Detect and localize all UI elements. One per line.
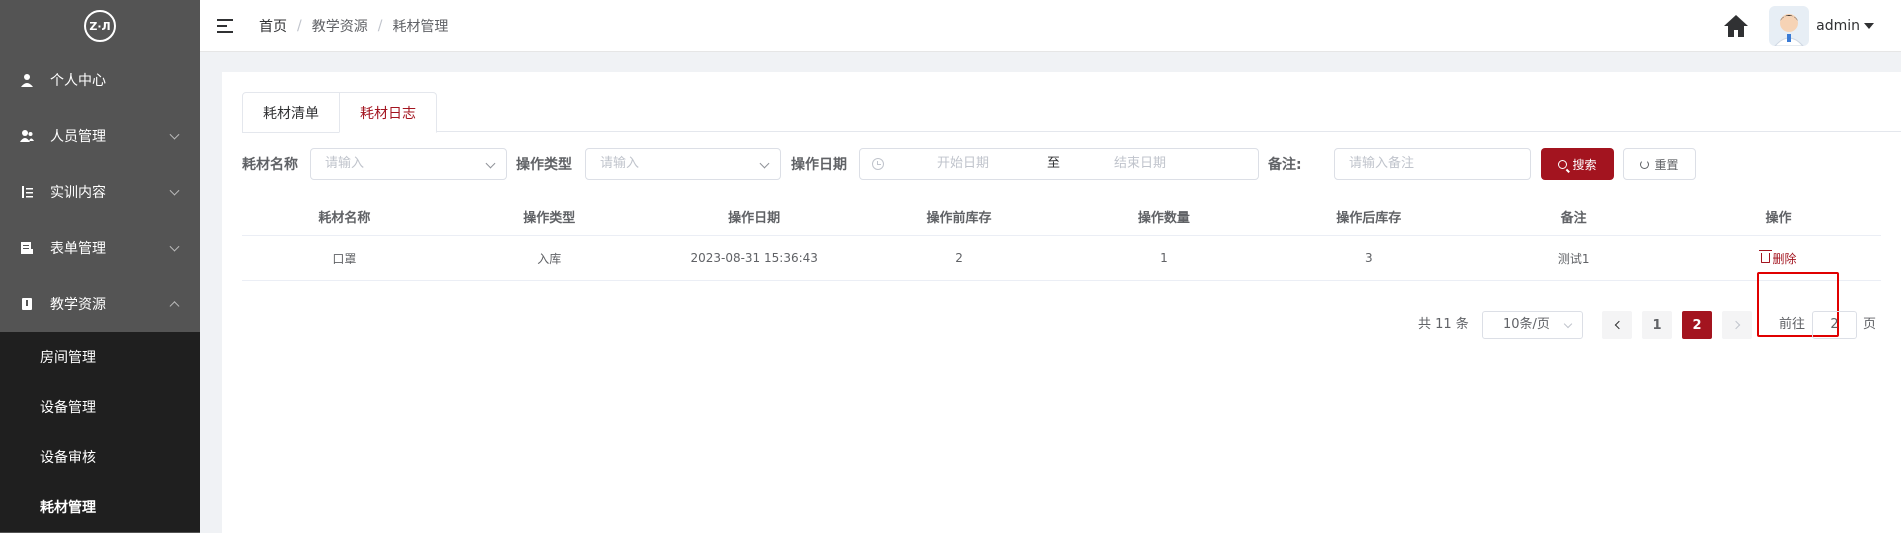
tab-consumables-log[interactable]: 耗材日志 bbox=[339, 92, 437, 133]
date-range-picker[interactable]: 开始日期 至 结束日期 bbox=[859, 148, 1259, 180]
breadcrumb-current: 耗材管理 bbox=[392, 18, 449, 35]
chevron-left-icon bbox=[1614, 320, 1623, 330]
column-header: 操作日期 bbox=[728, 211, 781, 226]
page-size-select[interactable]: 10条/页 bbox=[1482, 311, 1583, 339]
sidebar-item-label: 实训内容 bbox=[50, 185, 106, 201]
cell-quantity: 1 bbox=[1160, 251, 1168, 265]
menu-toggle-icon[interactable] bbox=[217, 18, 233, 33]
column-header: 操作类型 bbox=[523, 211, 576, 226]
form-icon bbox=[21, 242, 33, 254]
tab-consumables-list[interactable]: 耗材清单 bbox=[242, 92, 340, 133]
cell-before-stock: 2 bbox=[955, 251, 963, 265]
chevron-down-icon bbox=[1563, 319, 1573, 329]
sidebar: Z·Л 个人中心 人员管理 实训内容 表单管理 教学资源 房间管理 设备管理 设… bbox=[0, 0, 200, 533]
trash-icon bbox=[1758, 250, 1772, 263]
logo-mark: Z·Л bbox=[84, 10, 116, 42]
breadcrumb-teaching-resources: 教学资源 bbox=[311, 18, 368, 35]
filter-bar: 耗材名称 请输入 操作类型 请输入 操作日期 开始日期 至 结束日期 备注: 请… bbox=[242, 148, 1901, 182]
date-start-input[interactable]: 开始日期 bbox=[937, 149, 989, 179]
filter-name-select[interactable]: 请输入 bbox=[310, 148, 507, 180]
sidebar-item-label: 个人中心 bbox=[50, 73, 106, 89]
filter-type-select[interactable]: 请输入 bbox=[585, 148, 781, 180]
chevron-down-icon bbox=[759, 158, 770, 169]
log-table: 耗材名称 操作类型 操作日期 操作前库存 操作数量 操作后库存 备注 操作 口罩… bbox=[242, 198, 1881, 281]
column-header: 耗材名称 bbox=[318, 211, 371, 226]
home-icon[interactable] bbox=[1723, 14, 1749, 38]
search-icon bbox=[1558, 159, 1568, 169]
sidebar-subitem-device-audit[interactable]: 设备审核 bbox=[0, 432, 200, 482]
sidebar-item-personal-center[interactable]: 个人中心 bbox=[0, 52, 200, 108]
goto-suffix: 页 bbox=[1863, 317, 1877, 332]
filter-name-label: 耗材名称 bbox=[242, 157, 298, 173]
user-name[interactable]: admin bbox=[1816, 18, 1860, 34]
sidebar-item-training[interactable]: 实训内容 bbox=[0, 164, 200, 220]
cell-remark: 测试1 bbox=[1557, 251, 1590, 266]
goto-page-input[interactable]: 2 bbox=[1812, 311, 1857, 339]
filter-remark-input[interactable]: 请输入备注 bbox=[1334, 148, 1531, 180]
sidebar-item-label: 人员管理 bbox=[50, 129, 106, 145]
breadcrumb: 首页 / 教学资源 / 耗材管理 bbox=[259, 16, 449, 36]
cell-name: 口罩 bbox=[332, 251, 357, 266]
clock-icon bbox=[872, 158, 884, 170]
submenu-teaching-resources: 房间管理 设备管理 设备审核 耗材管理 bbox=[0, 332, 200, 532]
sidebar-item-label: 表单管理 bbox=[50, 241, 106, 257]
sidebar-subitem-devices[interactable]: 设备管理 bbox=[0, 382, 200, 432]
filter-type-label: 操作类型 bbox=[516, 157, 572, 173]
breadcrumb-home[interactable]: 首页 bbox=[259, 16, 287, 36]
pagination-total: 共 11 条 bbox=[1418, 317, 1469, 332]
chevron-down-icon bbox=[169, 185, 180, 196]
user-icon bbox=[21, 74, 33, 87]
cell-type: 入库 bbox=[537, 251, 562, 266]
next-page-button[interactable] bbox=[1722, 311, 1752, 339]
caret-down-icon[interactable] bbox=[1864, 23, 1874, 29]
top-header: 首页 / 教学资源 / 耗材管理 admin bbox=[200, 0, 1901, 52]
cell-after-stock: 3 bbox=[1364, 251, 1373, 265]
chevron-down-icon bbox=[169, 241, 180, 252]
sidebar-subitem-rooms[interactable]: 房间管理 bbox=[0, 332, 200, 382]
goto-label: 前往 bbox=[1779, 317, 1806, 332]
search-button[interactable]: 搜索 bbox=[1541, 148, 1614, 180]
sidebar-item-forms[interactable]: 表单管理 bbox=[0, 220, 200, 276]
column-header: 备注 bbox=[1560, 211, 1587, 226]
filter-date-label: 操作日期 bbox=[791, 157, 847, 173]
table-row: 口罩 入库 2023-08-31 15:36:43 2 1 3 测试1 删除 bbox=[242, 236, 1881, 281]
page-button-2[interactable]: 2 bbox=[1682, 311, 1712, 339]
prev-page-button[interactable] bbox=[1602, 311, 1632, 339]
column-header: 操作后库存 bbox=[1336, 211, 1402, 226]
avatar[interactable] bbox=[1769, 6, 1810, 46]
column-header: 操作 bbox=[1765, 211, 1792, 226]
date-range-separator: 至 bbox=[1047, 156, 1061, 171]
users-icon bbox=[20, 130, 34, 142]
page-button-1[interactable]: 1 bbox=[1642, 311, 1672, 339]
chevron-down-icon bbox=[485, 158, 496, 169]
date-end-input[interactable]: 结束日期 bbox=[1114, 149, 1166, 179]
refresh-icon bbox=[1640, 159, 1650, 169]
delete-button[interactable]: 删除 bbox=[1676, 236, 1881, 280]
table-header: 耗材名称 操作类型 操作日期 操作前库存 操作数量 操作后库存 备注 操作 bbox=[242, 198, 1881, 236]
sidebar-subitem-consumables[interactable]: 耗材管理 bbox=[0, 482, 200, 532]
cell-date: 2023-08-31 15:36:43 bbox=[690, 251, 818, 265]
list-icon bbox=[22, 186, 33, 198]
reset-button[interactable]: 重置 bbox=[1623, 148, 1696, 180]
chevron-up-icon bbox=[169, 301, 180, 312]
column-header: 操作数量 bbox=[1137, 211, 1190, 226]
sidebar-item-label: 教学资源 bbox=[50, 297, 106, 313]
tabs: 耗材清单 耗材日志 bbox=[242, 92, 1901, 133]
book-icon bbox=[22, 298, 32, 310]
logo[interactable]: Z·Л bbox=[0, 0, 200, 52]
column-header: 操作前库存 bbox=[926, 211, 992, 226]
chevron-down-icon bbox=[169, 129, 180, 140]
chevron-right-icon bbox=[1731, 320, 1740, 330]
sidebar-item-teaching-resources[interactable]: 教学资源 bbox=[0, 276, 200, 332]
filter-remark-label: 备注: bbox=[1268, 157, 1302, 173]
pagination: 共 11 条 10条/页 1 2 前往 2 页 bbox=[222, 311, 1901, 339]
main-card: 耗材清单 耗材日志 耗材名称 请输入 操作类型 请输入 操作日期 开始日期 至 … bbox=[222, 72, 1901, 533]
sidebar-item-staff[interactable]: 人员管理 bbox=[0, 108, 200, 164]
